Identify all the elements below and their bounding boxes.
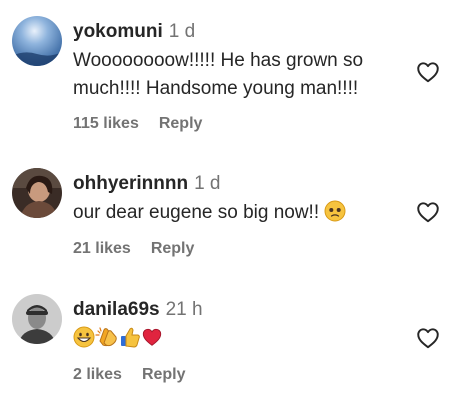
username-line: ohhyerinnnn 1 d [73, 173, 220, 195]
likes-count[interactable]: 115 likes [73, 115, 139, 132]
heart-outline-icon[interactable] [415, 59, 441, 85]
comment-text: Woooooooow!!!!! He has grown so much!!!!… [73, 50, 364, 99]
comment-text: our dear eugene so big now!! [73, 199, 403, 231]
avatar[interactable] [12, 168, 62, 218]
clapping-hands-emoji [95, 326, 119, 357]
comment-meta: 21 likes Reply [73, 239, 194, 259]
timestamp[interactable]: 1 d [194, 173, 220, 194]
comment-meta: 115 likes Reply [73, 114, 202, 134]
heart-outline-icon[interactable] [415, 325, 441, 351]
reply-button[interactable]: Reply [159, 115, 203, 132]
pleading-face-emoji [324, 200, 346, 231]
comment-text [73, 325, 403, 357]
reply-button[interactable]: Reply [151, 240, 195, 257]
avatar[interactable] [12, 16, 62, 66]
likes-count[interactable]: 2 likes [73, 366, 122, 383]
heart-outline-icon[interactable] [415, 199, 441, 225]
username[interactable]: ohhyerinnnn [73, 173, 188, 194]
username[interactable]: yokomuni [73, 21, 163, 42]
person-avatar-image [12, 168, 62, 218]
comment-meta: 2 likes Reply [73, 365, 186, 385]
timestamp[interactable]: 1 d [169, 21, 195, 42]
grinning-face-emoji [73, 326, 95, 357]
avatar[interactable] [12, 294, 62, 344]
timestamp[interactable]: 21 h [166, 299, 203, 320]
bw-portrait-avatar-image [12, 294, 62, 344]
red-heart-emoji [141, 326, 163, 357]
reply-button[interactable]: Reply [142, 366, 186, 383]
sky-avatar-image [12, 16, 62, 66]
username-line: danila69s 21 h [73, 299, 203, 321]
username[interactable]: danila69s [73, 299, 160, 320]
comment-text-content: our dear eugene so big now!! [73, 202, 320, 223]
username-line: yokomuni 1 d [73, 21, 195, 43]
likes-count[interactable]: 21 likes [73, 240, 131, 257]
thumbs-up-emoji [119, 326, 141, 357]
